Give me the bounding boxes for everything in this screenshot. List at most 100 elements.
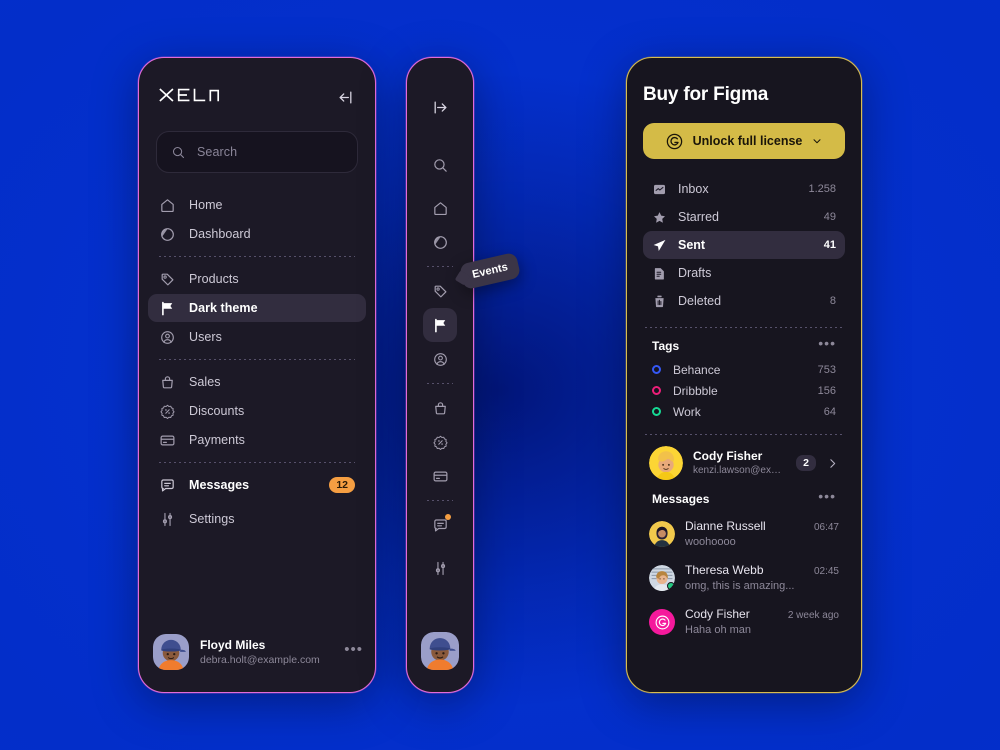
sidebar-expanded-panel: Search Home Dashboard Products Dark them	[138, 57, 376, 693]
sidebar-item-dark-theme[interactable]: Dark theme	[148, 294, 366, 322]
rail-item-events[interactable]	[423, 308, 457, 342]
rail-item-products[interactable]	[423, 274, 457, 308]
sidebar-item-home[interactable]: Home	[148, 191, 366, 219]
sidebar-profile[interactable]: Floyd Miles debra.holt@example.com •••	[153, 634, 363, 670]
folder-label: Inbox	[678, 182, 709, 196]
avatar	[649, 609, 675, 636]
tag-work[interactable]: Work 64	[643, 401, 845, 422]
contact-name: Cody Fisher	[693, 449, 763, 464]
message-item[interactable]: Theresa Webb 02:45 omg, this is amazing.…	[643, 556, 845, 600]
nav-divider	[159, 462, 355, 463]
tag-color-dot	[652, 407, 661, 416]
section-divider	[645, 327, 843, 328]
sliders-icon	[159, 511, 176, 528]
rail-divider	[427, 500, 453, 501]
message-header: Theresa Webb 02:45	[685, 562, 839, 579]
rail-item-search[interactable]	[423, 148, 457, 182]
tag-label: Dribbble	[673, 383, 718, 398]
sidebar-item-label: Settings	[189, 512, 235, 526]
tag-color-dot	[652, 386, 661, 395]
message-time: 2 week ago	[787, 610, 839, 622]
rail-item-users[interactable]	[423, 342, 457, 376]
sidebar-item-discounts[interactable]: Discounts	[148, 397, 366, 425]
rail-item-dashboard[interactable]	[423, 225, 457, 259]
send-icon	[652, 238, 667, 253]
chevron-right-icon[interactable]	[826, 457, 839, 470]
rail-item-settings[interactable]	[423, 551, 457, 585]
message-text: Cody Fisher 2 week ago Haha oh man	[685, 606, 839, 638]
mail-folder-drafts[interactable]: Drafts	[643, 259, 845, 287]
avatar	[153, 634, 189, 670]
sidebar-item-label: Products	[189, 272, 239, 286]
inbox-icon	[652, 182, 667, 197]
search-input[interactable]: Search	[156, 131, 358, 173]
folder-label: Starred	[678, 210, 719, 224]
credit-card-icon	[432, 468, 449, 485]
sidebar-item-label: Discounts	[189, 404, 245, 418]
sidebar-item-label: Users	[189, 330, 222, 344]
contact-email: kenzi.lawson@exampl...	[693, 465, 786, 477]
nav-group: Home Dashboard	[148, 191, 366, 248]
xela-logo	[159, 86, 233, 109]
rail-item-discounts[interactable]	[423, 425, 457, 459]
sidebar-item-dashboard[interactable]: Dashboard	[148, 220, 366, 248]
message-preview: Haha oh man	[685, 624, 752, 637]
sidebar-item-settings[interactable]: Settings	[148, 505, 366, 533]
contact-text: Cody Fisher kenzi.lawson@exampl...	[693, 448, 786, 478]
mail-folder-deleted[interactable]: Deleted 8	[643, 287, 845, 315]
sidebar-item-sales[interactable]: Sales	[148, 368, 366, 396]
more-horizontal-icon[interactable]: •••	[818, 336, 836, 352]
tag-behance[interactable]: Behance 753	[643, 359, 845, 380]
collapse-sidebar-button[interactable]	[335, 88, 355, 108]
message-time: 06:47	[813, 522, 839, 533]
message-time: 02:45	[813, 566, 839, 578]
document-icon	[652, 266, 667, 281]
user-circle-icon	[159, 329, 176, 346]
tag-count: 64	[823, 405, 836, 418]
tag-count: 156	[817, 384, 836, 397]
rail-item-sales[interactable]	[423, 391, 457, 425]
mail-folder-starred[interactable]: Starred 49	[643, 203, 845, 231]
sidebar-item-label: Payments	[189, 433, 245, 447]
more-horizontal-icon[interactable]: •••	[818, 489, 836, 505]
expand-sidebar-button[interactable]	[423, 90, 457, 124]
pie-chart-icon	[432, 234, 449, 251]
sidebar-item-users[interactable]: Users	[148, 323, 366, 351]
message-item[interactable]: Cody Fisher 2 week ago Haha oh man	[643, 600, 845, 644]
folder-label: Deleted	[678, 294, 722, 308]
message-icon	[159, 477, 176, 494]
folder-count: 8	[829, 295, 836, 307]
messages-title: Messages	[652, 492, 710, 506]
mail-folder-inbox[interactable]: Inbox 1.258	[643, 175, 845, 203]
sidebar-item-messages[interactable]: Messages 12	[148, 471, 366, 499]
search-container: Search	[139, 109, 375, 173]
rail-divider	[427, 383, 453, 384]
tags-list: Behance 753 Dribbble 156 Work 64	[643, 359, 845, 422]
profile-email: debra.holt@example.com	[200, 654, 320, 666]
nav-group: Products Dark theme Users	[148, 265, 366, 351]
rail-item-home[interactable]	[423, 191, 457, 225]
contact-card[interactable]: Cody Fisher kenzi.lawson@exampl... 2	[643, 446, 845, 480]
folder-count: 41	[823, 239, 836, 251]
message-header: Dianne Russell 06:47	[685, 518, 839, 535]
tag-icon	[159, 271, 176, 288]
message-item[interactable]: Dianne Russell 06:47 woohoooo	[643, 512, 845, 556]
messages-section-header: Messages •••	[643, 489, 845, 512]
mail-folder-sent[interactable]: Sent 41	[643, 231, 845, 259]
mail-folder-list: Inbox 1.258 Starred 49 Sent 41 Drafts De…	[643, 175, 845, 315]
chevron-down-icon	[811, 135, 823, 147]
rail-item-payments[interactable]	[423, 459, 457, 493]
tag-dribbble[interactable]: Dribbble 156	[643, 380, 845, 401]
sidebar-item-products[interactable]: Products	[148, 265, 366, 293]
rail-profile-avatar[interactable]	[421, 632, 459, 670]
rail-nav	[407, 58, 473, 585]
sidebar-rail-panel	[406, 57, 474, 693]
flag-icon	[159, 300, 176, 317]
unlock-license-button[interactable]: Unlock full license	[643, 123, 845, 159]
tag-count: 753	[817, 363, 836, 376]
more-horizontal-icon[interactable]: •••	[344, 642, 363, 660]
rail-item-messages[interactable]	[423, 508, 457, 542]
credit-card-icon	[159, 432, 176, 449]
sidebar-item-payments[interactable]: Payments	[148, 426, 366, 454]
nav-group: Sales Discounts Payments	[148, 368, 366, 454]
